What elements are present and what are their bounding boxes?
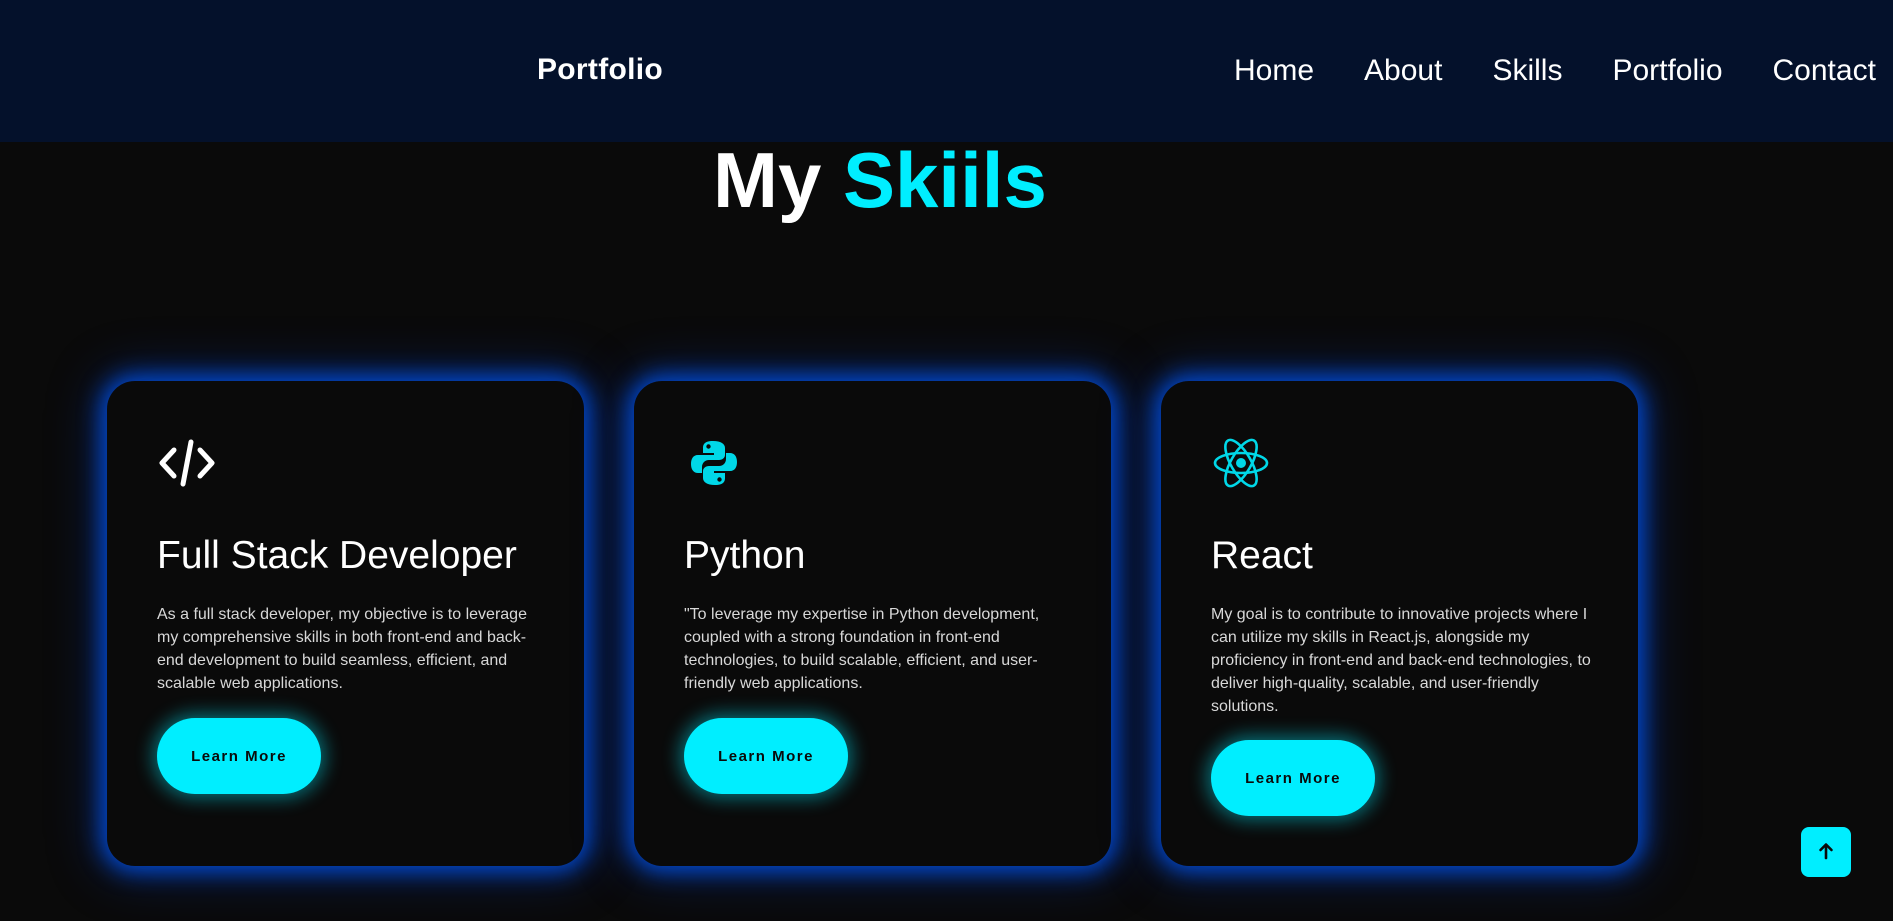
skills-heading-main: My [713, 136, 822, 224]
python-icon [684, 433, 744, 493]
nav-skills[interactable]: Skills [1492, 53, 1562, 89]
learn-more-button[interactable]: Learn More [684, 718, 848, 794]
site-logo[interactable]: Portfolio [537, 53, 663, 87]
learn-more-button[interactable]: Learn More [1211, 740, 1375, 816]
card-description: "To leverage my expertise in Python deve… [684, 606, 1040, 692]
card-description: As a full stack developer, my objective … [157, 606, 527, 692]
nav-contact[interactable]: Contact [1773, 53, 1876, 89]
scroll-to-top-button[interactable] [1801, 827, 1851, 877]
skill-card-fullstack: Full Stack Developer As a full stack dev… [107, 381, 584, 866]
code-icon [157, 433, 217, 493]
skill-card-python: Python "To leverage my expertise in Pyth… [634, 381, 1111, 866]
card-title: React [1211, 534, 1313, 577]
learn-more-button[interactable]: Learn More [157, 718, 321, 794]
nav-home[interactable]: Home [1234, 53, 1314, 89]
main-nav: Home About Skills Portfolio Contact [1234, 53, 1876, 89]
arrow-up-icon [1817, 842, 1835, 863]
react-icon [1211, 433, 1271, 493]
skills-heading-accent: Skiils [843, 136, 1047, 224]
skill-card-react: React My goal is to contribute to innova… [1161, 381, 1638, 866]
site-header: Portfolio Home About Skills Portfolio Co… [0, 0, 1893, 142]
skills-heading: My Skiils [713, 135, 1047, 225]
card-description: My goal is to contribute to innovative p… [1211, 606, 1591, 715]
card-title: Python [684, 534, 806, 577]
nav-about[interactable]: About [1364, 53, 1442, 89]
page: Portfolio Home About Skills Portfolio Co… [0, 0, 1893, 921]
nav-portfolio[interactable]: Portfolio [1612, 53, 1722, 89]
card-title: Full Stack Developer [157, 534, 517, 577]
